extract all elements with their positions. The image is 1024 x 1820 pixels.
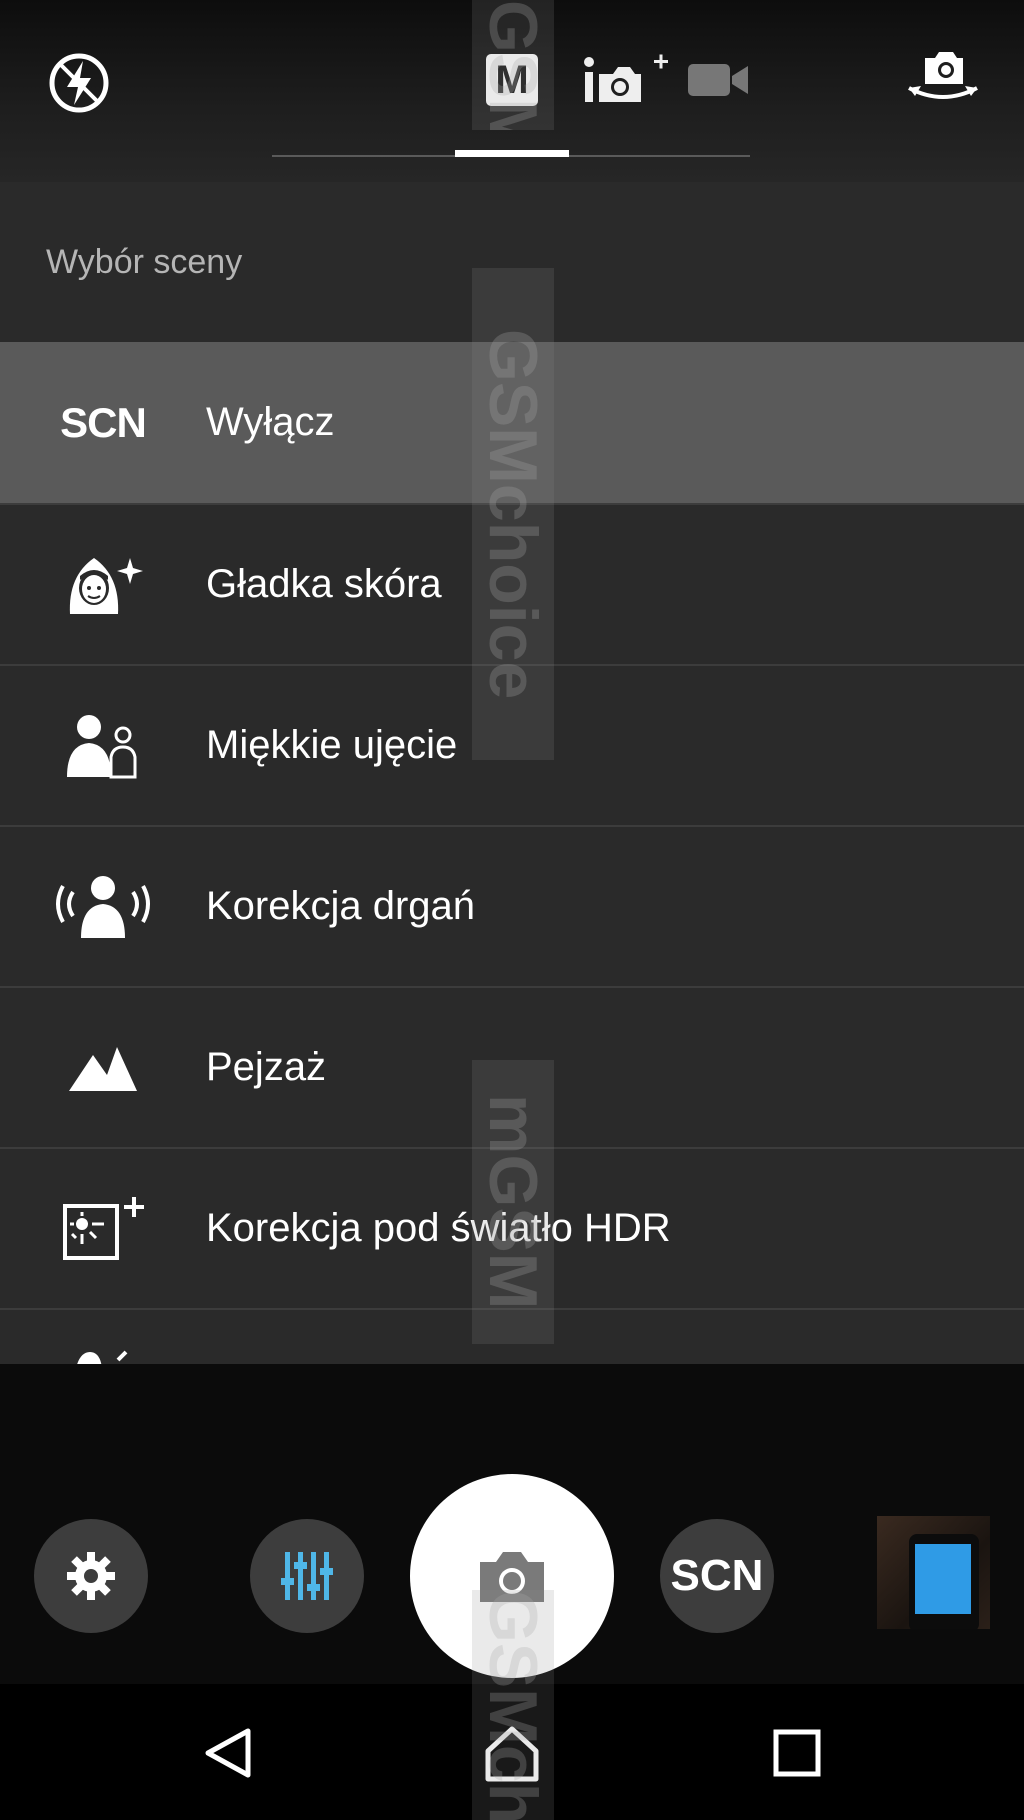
home-icon[interactable]	[477, 1718, 547, 1788]
scene-button[interactable]: SCN	[660, 1519, 774, 1633]
scene-item-label: Gładka skóra	[206, 562, 442, 606]
manual-mode-button[interactable]: M	[486, 54, 538, 106]
scene-item-label: Wyłącz	[206, 400, 335, 444]
scene-item-label: Korekcja drgań	[206, 884, 476, 928]
anti-motion-blur-icon	[52, 872, 154, 942]
switch-camera-icon[interactable]	[903, 46, 983, 110]
scene-item-partial[interactable]	[0, 1308, 1024, 1364]
soft-skin-icon	[52, 550, 154, 620]
shutter-button[interactable]	[410, 1474, 614, 1678]
camera-plus-icon	[584, 54, 668, 102]
navigation-bar	[0, 1684, 1024, 1820]
superior-auto-mode-button[interactable]	[583, 52, 673, 108]
scn-icon: SCN	[60, 398, 147, 446]
video-mode-button[interactable]	[686, 58, 750, 102]
scene-selection-menu: Wybór sceny SCN Wyłącz Gładka skóra Mięk…	[0, 182, 1024, 1364]
scene-item-soft-snap[interactable]: Miękkie ujęcie	[0, 664, 1024, 825]
recent-apps-icon[interactable]	[762, 1718, 832, 1788]
video-camera-icon	[688, 64, 748, 96]
camera-icon	[480, 1552, 544, 1602]
manual-settings-button[interactable]	[250, 1519, 364, 1633]
scene-item-label: Korekcja pod światło HDR	[206, 1206, 671, 1250]
backlight-hdr-icon	[52, 1194, 154, 1264]
settings-button[interactable]	[34, 1519, 148, 1633]
scene-item-backlight-hdr[interactable]: Korekcja pod światło HDR	[0, 1147, 1024, 1308]
manual-mode-label: M	[495, 57, 529, 102]
landscape-icon	[52, 1043, 154, 1093]
gear-icon	[67, 1552, 115, 1600]
soft-snap-icon	[52, 711, 154, 781]
top-bar: M	[0, 0, 1024, 182]
scene-item-landscape[interactable]: Pejzaż	[0, 986, 1024, 1147]
menu-title: Wybór sceny	[46, 242, 243, 281]
partial-scene-icon	[77, 1350, 128, 1364]
scene-item-label: Miękkie ujęcie	[206, 723, 458, 767]
scene-item-soft-skin[interactable]: Gładka skóra	[0, 503, 1024, 664]
scene-item-label: Pejzaż	[206, 1045, 327, 1089]
mode-selected-indicator	[455, 150, 569, 157]
sliders-icon	[281, 1552, 333, 1600]
scene-item-off[interactable]: SCN Wyłącz	[0, 342, 1024, 503]
scene-button-label: SCN	[670, 1551, 764, 1600]
camera-controls: SCN	[0, 1364, 1024, 1684]
back-icon[interactable]	[193, 1718, 263, 1788]
last-photo-thumbnail[interactable]	[877, 1516, 990, 1629]
scene-item-anti-motion-blur[interactable]: Korekcja drgań	[0, 825, 1024, 986]
flash-off-icon[interactable]	[46, 50, 112, 116]
thumbnail-phone-screen	[915, 1544, 971, 1614]
